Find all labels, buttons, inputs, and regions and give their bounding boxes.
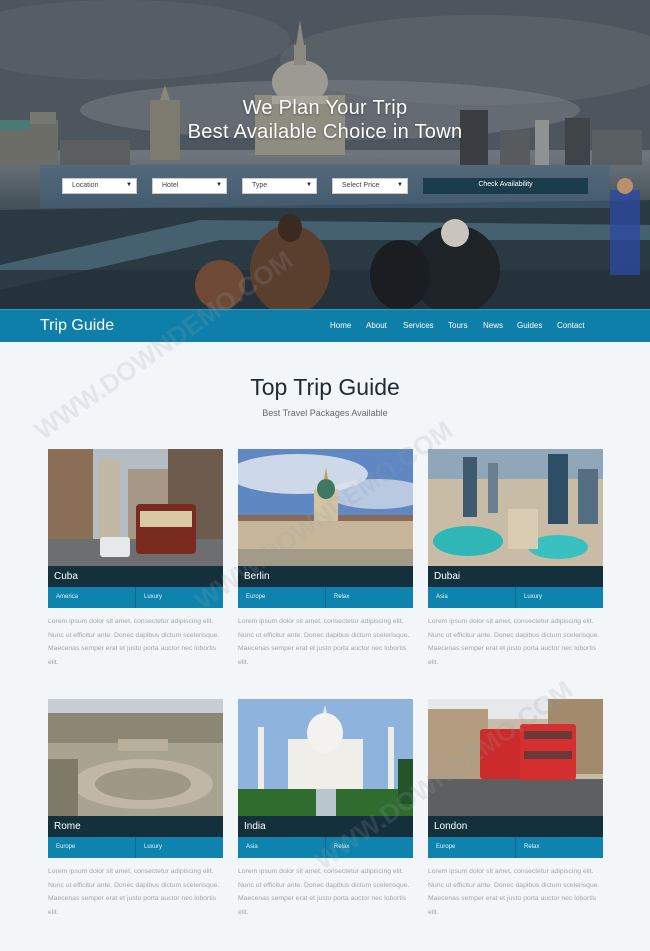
card-title: Rome [48,816,223,837]
chevron-down-icon: ▼ [397,182,403,188]
card-description: Lorem ipsum dolor sit amet, consectetur … [428,618,600,666]
card-style-tag[interactable]: Relax [326,837,413,858]
card-description: Lorem ipsum dolor sit amet, consectetur … [238,618,410,666]
card-region-tag[interactable]: America [48,587,135,608]
card-description: Lorem ipsum dolor sit amet, consectetur … [48,618,220,666]
hero-title-line1: We Plan Your Trip [242,97,408,119]
type-select[interactable]: Type ▼ [242,178,317,194]
card-style-tag[interactable]: Relax [326,587,413,608]
section-title: Top Trip Guide [250,374,400,400]
price-select[interactable]: Select Price ▼ [332,178,408,194]
nav-news[interactable]: News [483,321,503,330]
navbar: Trip Guide Home About Services Tours New… [0,309,650,342]
nav-guides[interactable]: Guides [517,321,542,330]
card-title: Cuba [48,566,223,587]
nav-tours[interactable]: Tours [448,321,468,330]
nav-contact[interactable]: Contact [557,321,585,330]
card-region-tag[interactable]: Europe [428,837,515,858]
chevron-down-icon: ▼ [126,182,132,188]
card-title: India [238,816,413,837]
type-select-label: Type [252,182,268,189]
card-title: London [428,816,603,837]
price-select-label: Select Price [342,182,380,189]
card-region-tag[interactable]: Asia [238,837,325,858]
card-description: Lorem ipsum dolor sit amet, consectetur … [48,868,220,916]
hero-photo [0,0,650,309]
check-availability-button[interactable]: Check Availability [423,178,588,194]
chevron-down-icon: ▼ [306,182,312,188]
dubai-photo [428,449,603,566]
nav-about[interactable]: About [366,321,387,330]
berlin-photo [238,449,413,566]
brand-logo[interactable]: Trip Guide [40,317,114,335]
hotel-select[interactable]: Hotel ▼ [152,178,227,194]
card-region-tag[interactable]: Europe [238,587,325,608]
card-style-tag[interactable]: Luxury [136,837,223,858]
india-photo [238,699,413,816]
card-style-tag[interactable]: Luxury [136,587,223,608]
nav-services[interactable]: Services [403,321,434,330]
search-bar: Location ▼ Hotel ▼ Type ▼ Select Price ▼… [40,165,610,208]
nav-home[interactable]: Home [330,321,351,330]
section-subtitle: Best Travel Packages Available [262,408,388,418]
location-select[interactable]: Location ▼ [62,178,137,194]
card-region-tag[interactable]: Europe [48,837,135,858]
card-region-tag[interactable]: Asia [428,587,515,608]
card-title: Dubai [428,566,603,587]
hero-title-line2: Best Available Choice in Town [187,121,463,143]
card-style-tag[interactable]: Luxury [516,587,603,608]
card-style-tag[interactable]: Relax [516,837,603,858]
london-photo [428,699,603,816]
location-select-label: Location [72,182,99,189]
cuba-photo [48,449,223,566]
card-title: Berlin [238,566,413,587]
chevron-down-icon: ▼ [216,182,222,188]
card-description: Lorem ipsum dolor sit amet, consectetur … [428,868,600,916]
rome-photo [48,699,223,816]
hero-banner: We Plan Your Trip Best Available Choice … [0,0,650,309]
hotel-select-label: Hotel [162,182,179,189]
card-description: Lorem ipsum dolor sit amet, consectetur … [238,868,410,916]
